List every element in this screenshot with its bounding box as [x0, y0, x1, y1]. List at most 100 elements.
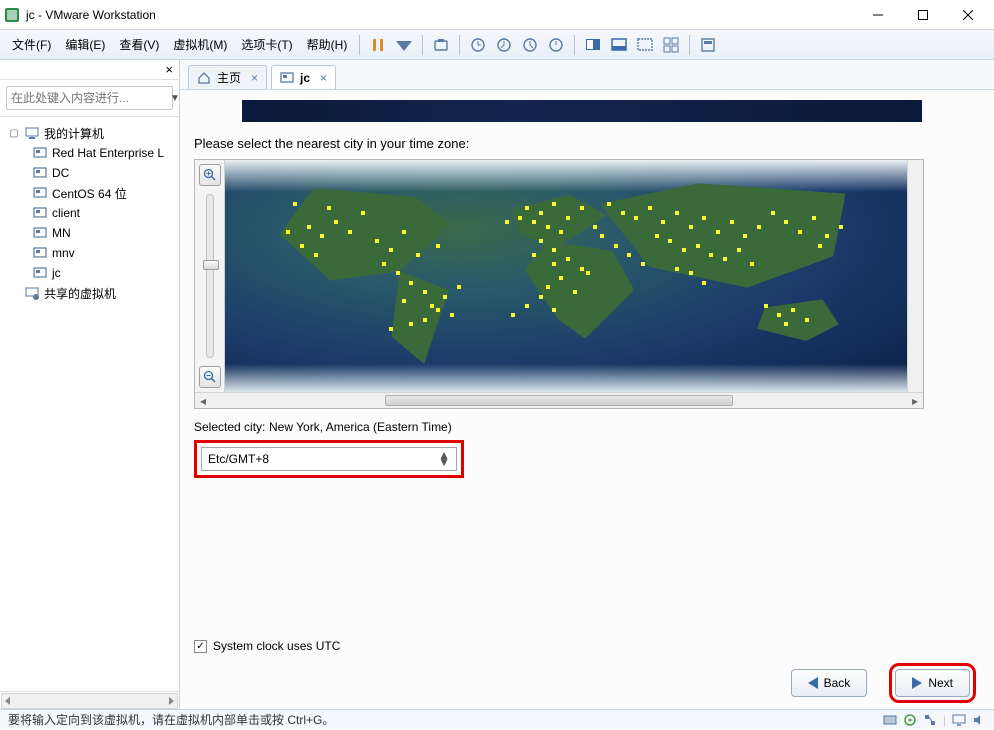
city-dot[interactable] — [361, 211, 365, 215]
city-dot[interactable] — [286, 230, 290, 234]
city-dot[interactable] — [600, 234, 604, 238]
city-dot[interactable] — [696, 244, 700, 248]
sound-icon[interactable] — [972, 713, 986, 727]
city-dot[interactable] — [525, 206, 529, 210]
city-dot[interactable] — [580, 206, 584, 210]
view-console-icon[interactable] — [581, 33, 605, 57]
cd-icon[interactable] — [903, 713, 917, 727]
city-dot[interactable] — [552, 262, 556, 266]
menu-view[interactable]: 查看(V) — [113, 32, 165, 57]
city-dot[interactable] — [396, 271, 400, 275]
city-dot[interactable] — [682, 248, 686, 252]
city-dot[interactable] — [511, 313, 515, 317]
city-dot[interactable] — [505, 220, 509, 224]
city-dot[interactable] — [634, 216, 638, 220]
spin-icon[interactable]: ▲▼ — [438, 452, 450, 466]
city-dot[interactable] — [389, 327, 393, 331]
tree-vm-item[interactable]: client — [4, 203, 175, 223]
utc-checkbox[interactable]: ✓ — [194, 640, 207, 653]
dropdown-icon[interactable] — [392, 33, 416, 57]
sidebar-close-icon[interactable]: × — [165, 62, 173, 77]
city-dot[interactable] — [334, 220, 338, 224]
back-button[interactable]: Back — [791, 669, 868, 697]
city-dot[interactable] — [750, 262, 754, 266]
maximize-button[interactable] — [900, 1, 945, 29]
city-dot[interactable] — [327, 206, 331, 210]
scroll-thumb[interactable] — [385, 395, 733, 406]
city-dot[interactable] — [559, 230, 563, 234]
city-dot[interactable] — [402, 230, 406, 234]
city-dot[interactable] — [737, 248, 741, 252]
city-dot[interactable] — [675, 211, 679, 215]
chevron-down-icon[interactable]: ▼ — [166, 93, 180, 104]
city-dot[interactable] — [375, 239, 379, 243]
city-dot[interactable] — [586, 271, 590, 275]
city-dot[interactable] — [320, 234, 324, 238]
city-dot[interactable] — [423, 290, 427, 294]
view-fullscreen-icon[interactable] — [633, 33, 657, 57]
pause-icon[interactable] — [366, 33, 390, 57]
zoom-in-button[interactable] — [199, 164, 221, 186]
tree-vm-item[interactable]: MN — [4, 223, 175, 243]
city-dot[interactable] — [573, 290, 577, 294]
menu-help[interactable]: 帮助(H) — [301, 32, 354, 57]
city-dot[interactable] — [423, 318, 427, 322]
city-dot[interactable] — [818, 244, 822, 248]
city-dot[interactable] — [539, 239, 543, 243]
city-dot[interactable] — [525, 304, 529, 308]
city-dot[interactable] — [675, 267, 679, 271]
city-dot[interactable] — [614, 244, 618, 248]
city-dot[interactable] — [402, 299, 406, 303]
city-dot[interactable] — [314, 253, 318, 257]
clock3-icon[interactable] — [518, 33, 542, 57]
zoom-handle[interactable] — [203, 260, 219, 270]
map-vscrollbar[interactable] — [907, 160, 923, 392]
city-dot[interactable] — [552, 308, 556, 312]
city-dot[interactable] — [532, 253, 536, 257]
disk-icon[interactable] — [883, 713, 897, 727]
city-dot[interactable] — [743, 234, 747, 238]
clock4-icon[interactable] — [544, 33, 568, 57]
snapshot-icon[interactable] — [429, 33, 453, 57]
city-dot[interactable] — [607, 202, 611, 206]
view-unity-icon[interactable] — [607, 33, 631, 57]
city-dot[interactable] — [300, 244, 304, 248]
city-dot[interactable] — [648, 206, 652, 210]
display-icon[interactable] — [952, 713, 966, 727]
tab-home[interactable]: 主页 × — [188, 65, 267, 89]
city-dot[interactable] — [409, 281, 413, 285]
city-dot[interactable] — [389, 248, 393, 252]
city-dot[interactable] — [723, 257, 727, 261]
city-dot[interactable] — [559, 276, 563, 280]
city-dot[interactable] — [716, 230, 720, 234]
city-dot[interactable] — [416, 253, 420, 257]
menu-vm[interactable]: 虚拟机(M) — [167, 32, 233, 57]
city-dot[interactable] — [457, 285, 461, 289]
city-dot[interactable] — [791, 308, 795, 312]
city-dot[interactable] — [430, 304, 434, 308]
close-button[interactable] — [945, 1, 990, 29]
tab-close-icon[interactable]: × — [320, 71, 327, 85]
search-field[interactable] — [11, 91, 166, 105]
city-dot[interactable] — [798, 230, 802, 234]
city-dot[interactable] — [784, 220, 788, 224]
city-dot[interactable] — [771, 211, 775, 215]
tree-shared-vms[interactable]: 共享的虚拟机 — [4, 283, 175, 303]
city-dot[interactable] — [552, 248, 556, 252]
city-dot[interactable] — [307, 225, 311, 229]
city-dot[interactable] — [539, 295, 543, 299]
timezone-combobox[interactable]: Etc/GMT+8 ▲▼ — [201, 447, 457, 471]
city-dot[interactable] — [539, 211, 543, 215]
city-dot[interactable] — [702, 281, 706, 285]
city-dot[interactable] — [661, 220, 665, 224]
city-dot[interactable] — [805, 318, 809, 322]
city-dot[interactable] — [546, 225, 550, 229]
tree-root-my-computer[interactable]: ▢ 我的计算机 — [4, 123, 175, 143]
view-multi-icon[interactable] — [659, 33, 683, 57]
city-dot[interactable] — [627, 253, 631, 257]
city-dot[interactable] — [580, 267, 584, 271]
scroll-left-icon[interactable]: ◂ — [195, 393, 211, 408]
city-dot[interactable] — [839, 225, 843, 229]
library-icon[interactable] — [696, 33, 720, 57]
city-dot[interactable] — [784, 322, 788, 326]
